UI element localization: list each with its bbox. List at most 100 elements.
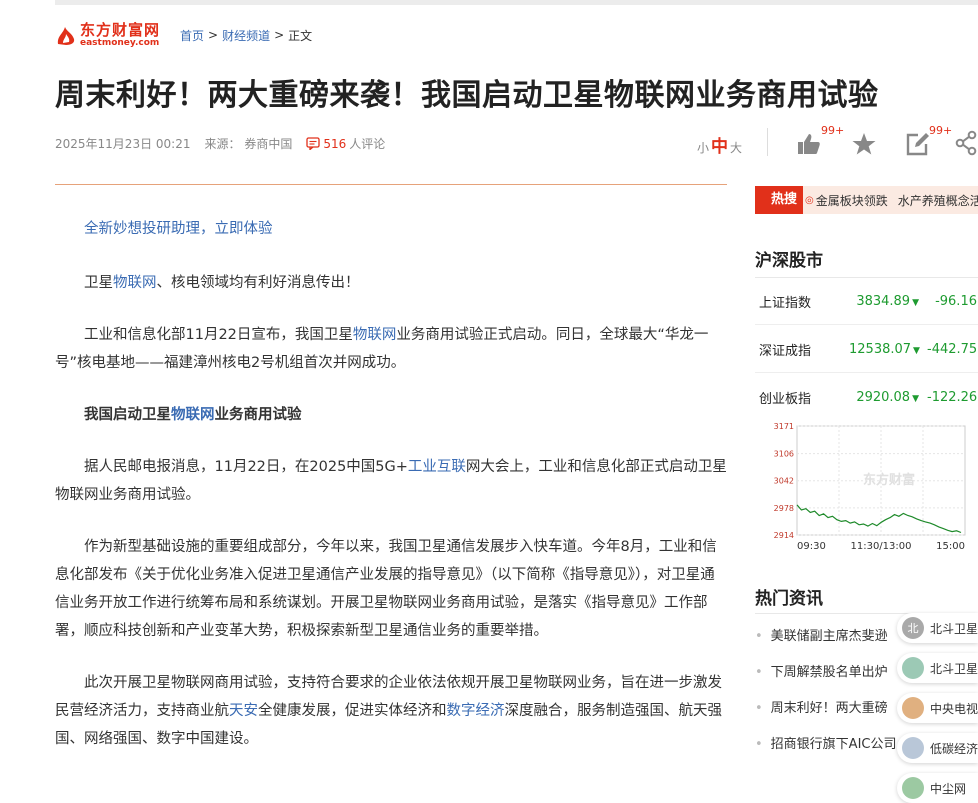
like-button[interactable]: 99+ (795, 124, 844, 158)
article-actions: 99+ 99+ (795, 124, 978, 158)
index-change: -442.75 (927, 341, 978, 357)
market-section-title: 沪深股市 (755, 251, 823, 271)
paragraph: 工业和信息化部11月22日宣布，我国卫星物联网业务商用试验正式启动。同日，全球最… (55, 321, 727, 377)
text: 、核电领域均有利好消息传出！ (156, 275, 360, 291)
keyword-link[interactable]: 物联网 (353, 327, 397, 343)
like-count-badge: 99+ (821, 124, 845, 137)
index-value-text: 3834.89 (856, 293, 911, 309)
hot-news-title: 热门资讯 (755, 589, 823, 609)
source-name[interactable]: 券商中国 (244, 137, 292, 151)
font-size-switcher: 小 中 大 (697, 132, 742, 157)
edit-icon (906, 133, 929, 156)
source-label: 来源： (204, 137, 241, 151)
font-size-medium[interactable]: 中 (711, 132, 728, 157)
y-tick-label: 3171 (774, 422, 794, 431)
topic-icon (902, 737, 924, 759)
favorite-button[interactable] (851, 124, 881, 158)
x-tick-label: 11:30/13:00 (850, 541, 911, 552)
chart-watermark: 东方财富 (863, 472, 915, 488)
star-icon (852, 133, 876, 155)
down-arrow-icon: ▼ (912, 393, 919, 404)
news-title: 下周解禁股名单出炉 (770, 665, 888, 680)
breadcrumb: 首页 > 财经频道 > 正文 (180, 27, 312, 44)
recommend-pill[interactable]: 北斗卫星 (897, 653, 978, 683)
paragraph: 卫星物联网、核电领域均有利好消息传出！ (55, 269, 727, 297)
recommend-text: 低碳经济 (930, 741, 978, 756)
comment-count-badge: 99+ (929, 124, 953, 137)
y-tick-label: 2978 (774, 504, 794, 513)
thumbs-up-icon (798, 134, 820, 154)
breadcrumb-channel-link[interactable]: 财经频道 (222, 27, 270, 44)
top-strip (55, 0, 978, 5)
news-title: 招商银行旗下AIC公司 (770, 737, 897, 752)
breadcrumb-home-link[interactable]: 首页 (180, 27, 204, 44)
news-title: 周末利好！两大重磅 (770, 701, 888, 716)
down-arrow-icon: ▼ (912, 297, 919, 308)
index-change: -96.16 (935, 293, 977, 309)
section-heading: 我国启动卫星物联网业务商用试验 (55, 401, 727, 429)
hot-dot-icon: ◎ (805, 194, 814, 206)
hot-search-tag: 热搜 (755, 186, 804, 214)
keyword-link[interactable]: 工业互联 (408, 459, 466, 475)
index-row-chinext[interactable]: 创业板指 2920.08 ▼ -122.26 (755, 374, 978, 420)
index-name: 深证成指 (759, 343, 812, 359)
keyword-link[interactable]: 物联网 (113, 275, 157, 291)
topic-icon (902, 657, 924, 679)
keyword-link[interactable]: 天安 (229, 703, 258, 719)
breadcrumb-separator: > (208, 28, 219, 42)
promo-link[interactable]: 全新妙想投研助理，立即体验 (55, 215, 727, 243)
title-divider (55, 184, 727, 185)
share-button[interactable] (955, 124, 978, 158)
topic-icon (902, 777, 924, 799)
index-row-shenzhen[interactable]: 深证成指 12538.07 ▼ -442.75 (755, 326, 978, 373)
eastmoney-logo[interactable]: 东方财富网 eastmoney.com (55, 20, 161, 48)
recommend-text: 中央电视台 (930, 701, 978, 716)
text: 我国启动卫星 (84, 407, 171, 423)
font-size-small[interactable]: 小 (697, 139, 709, 156)
index-name: 创业板指 (759, 391, 812, 407)
comment-suffix: 人评论 (349, 137, 386, 151)
x-tick-label: 09:30 (797, 541, 826, 552)
write-comment-button[interactable]: 99+ (903, 124, 952, 158)
hot-search-item[interactable]: 水产养殖概念活跃 (898, 192, 978, 209)
index-value-text: 12538.07 (849, 341, 912, 357)
text: 业务商用试验 (214, 407, 302, 423)
recommend-pill[interactable]: 中央电视台 (897, 693, 978, 723)
index-row-shanghai[interactable]: 上证指数 3834.89 ▼ -96.16 (755, 278, 978, 325)
down-arrow-icon: ▼ (913, 345, 920, 356)
share-icon (955, 130, 977, 156)
site-header: 东方财富网 eastmoney.com 首页 > 财经频道 > 正文 (55, 18, 312, 52)
comment-icon (306, 137, 320, 150)
y-tick-label: 3106 (774, 450, 794, 459)
index-name: 上证指数 (759, 295, 812, 311)
y-tick-label: 3042 (774, 477, 794, 486)
recommend-text: 北斗卫星 (930, 621, 978, 636)
font-size-large[interactable]: 大 (730, 139, 742, 156)
recommend-pill[interactable]: 低碳经济 (897, 733, 978, 763)
index-intraday-chart[interactable]: 3171 3106 3042 2978 2914 09:30 11:30/13:00 15:0… (755, 420, 978, 554)
index-value: 3834.89 ▼ (849, 294, 919, 309)
keyword-link[interactable]: 数字经济 (447, 703, 505, 719)
news-title: 美联储副主席杰斐逊 (770, 629, 888, 644)
paragraph: 此次开展卫星物联网商用试验，支持符合要求的企业依法依规开展卫星物联网业务，旨在进… (55, 669, 727, 753)
topic-icon (902, 697, 924, 719)
text: 据人民邮电报消息，11月22日，在2025中国5G+ (84, 459, 408, 475)
bullet: • (755, 665, 763, 680)
hot-search-bar: 热搜 ◎ 金属板块领跌 水产养殖概念活跃 (755, 186, 978, 214)
article-title: 周末利好！两大重磅来袭！我国启动卫星物联网业务商用试验 (55, 78, 879, 113)
logo-cn-text: 东方财富网 (80, 20, 161, 39)
recommend-text: 北斗卫星 (930, 661, 978, 676)
index-value: 2920.08 ▼ (849, 390, 919, 405)
x-tick-label: 15:00 (936, 541, 965, 552)
keyword-link[interactable]: 物联网 (171, 407, 215, 423)
text: 全健康发展，促进实体经济和 (258, 703, 447, 719)
index-change: -122.26 (927, 389, 978, 405)
recommend-text: 中尘网 (930, 781, 967, 796)
recommend-pill[interactable]: 北 北斗卫星 (897, 613, 978, 643)
comment-link[interactable]: 516 人评论 (306, 135, 385, 152)
text: 卫星 (84, 275, 113, 291)
paragraph: 据人民邮电报消息，11月22日，在2025中国5G+工业互联网大会上，工业和信息… (55, 453, 727, 509)
recommend-pill[interactable]: 中尘网 (897, 773, 978, 803)
y-tick-label: 2914 (774, 531, 794, 540)
hot-search-item[interactable]: 金属板块领跌 (816, 192, 888, 209)
